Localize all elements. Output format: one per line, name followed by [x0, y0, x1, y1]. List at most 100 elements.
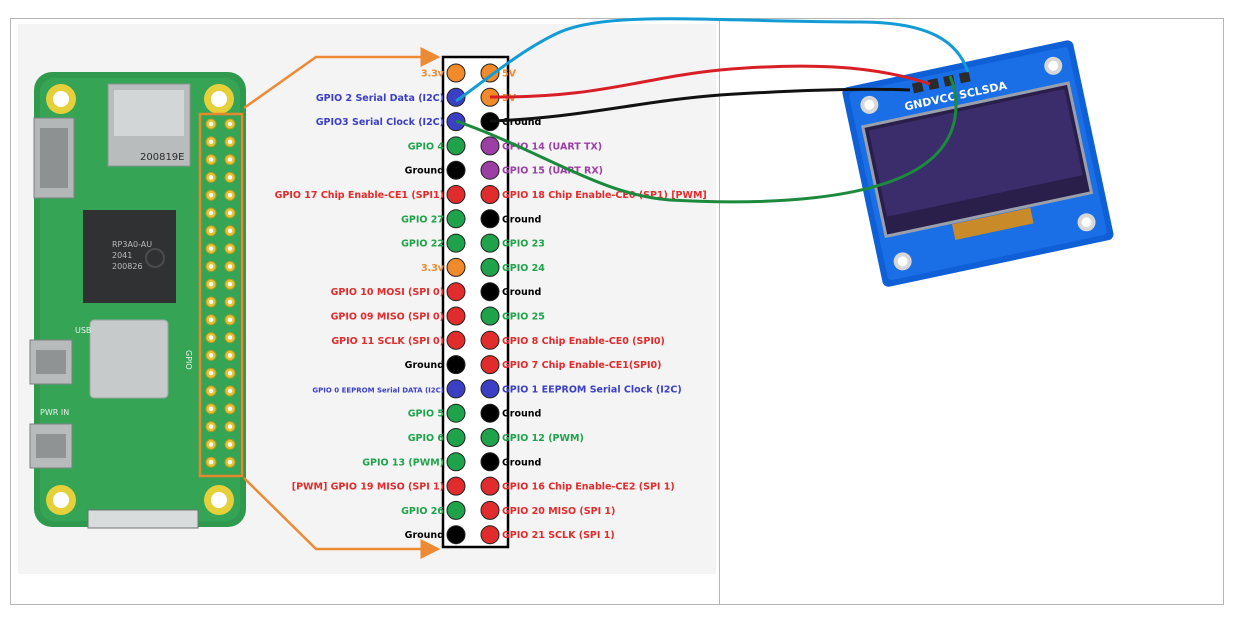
- header-hole-center: [227, 424, 233, 429]
- soc-chip: RP3A0-AU 2041 200826: [83, 210, 176, 303]
- pin-right-8: [480, 233, 500, 253]
- pin-left-15: [446, 403, 466, 423]
- pin-label-left-12: GPIO 11 SCLK (SPI 0): [331, 336, 444, 347]
- pin-left-16: [446, 428, 466, 447]
- pin-label-right-16: GPIO 12 (PWM): [502, 433, 584, 444]
- pwr-in-label: PWR IN: [40, 408, 69, 417]
- pin-label-right-15: Ground: [502, 409, 541, 420]
- pin-label-right-5: GPIO 15 (UART RX): [502, 166, 603, 177]
- sd-card-code: 200819E: [140, 152, 185, 163]
- pin-left-12: [446, 330, 466, 350]
- header-hole-center: [208, 335, 214, 340]
- header-hole-center: [208, 424, 214, 429]
- pin-label-left-17: GPIO 13 (PWM): [362, 457, 444, 468]
- pin-right-11: [480, 306, 500, 326]
- header-hole-center: [227, 406, 233, 411]
- pin-label-left-18: [PWM] GPIO 19 MISO (SPI 1): [292, 482, 444, 493]
- pin-label-right-1: 5V: [502, 69, 517, 80]
- pin-right-15: [480, 403, 500, 423]
- pin-label-right-9: GPIO 24: [502, 263, 545, 274]
- header-hole-center: [208, 442, 214, 447]
- pin-right-5: [480, 160, 500, 180]
- header-hole-center: [227, 299, 233, 305]
- pin-right-18: [480, 476, 500, 496]
- pin-left-8: [446, 233, 466, 253]
- pin-label-right-7: Ground: [502, 214, 541, 225]
- header-hole-center: [208, 460, 214, 465]
- header-hole-center: [227, 317, 233, 322]
- header-hole-center: [227, 193, 233, 198]
- pin-label-left-14: GPIO 0 EEPROM Serial DATA (I2C): [312, 386, 444, 394]
- header-hole-center: [208, 406, 214, 411]
- pin-right-16: [480, 428, 500, 447]
- header-hole-center: [227, 246, 233, 251]
- header-hole-center: [227, 210, 233, 216]
- header-hole-center: [227, 121, 233, 127]
- pin-label-right-20: GPIO 21 SCLK (SPI 1): [502, 530, 615, 541]
- wiring-diagram: 200819E RP3A0-AU 2041 200826 USB PWR IN …: [10, 17, 1224, 605]
- header-hole-center: [227, 442, 233, 447]
- pin-left-14: [446, 379, 466, 399]
- header-hole-center: [227, 335, 233, 340]
- pin-left-13: [446, 355, 466, 375]
- pin-label-left-16: GPIO 6: [408, 433, 445, 444]
- pin-label-left-3: GPIO3 Serial Clock (I2C): [316, 117, 444, 128]
- header-hole-center: [208, 371, 214, 376]
- pin-right-14: [480, 379, 500, 399]
- soc-line-3: 200826: [112, 262, 143, 271]
- header-hole-center: [227, 157, 233, 162]
- usb-label: USB: [75, 326, 91, 335]
- pin-label-right-18: GPIO 16 Chip Enable-CE2 (SPI 1): [502, 482, 675, 493]
- header-hole-center: [208, 210, 214, 216]
- header-hole-center: [227, 388, 233, 394]
- header-hole-center: [208, 282, 214, 287]
- pin-left-19: [446, 500, 466, 520]
- header-hole-center: [208, 264, 214, 269]
- header-hole-center: [208, 139, 214, 144]
- header-hole-center: [208, 228, 214, 233]
- header-hole-center: [227, 282, 233, 287]
- pin-right-12: [480, 330, 500, 350]
- header-hole-center: [208, 353, 214, 358]
- camera-connector: [87, 509, 199, 529]
- pin-label-right-13: GPIO 7 Chip Enable-CE1(SPI0): [502, 360, 662, 371]
- pin-label-left-11: GPIO 09 MISO (SPI 0): [331, 312, 444, 323]
- header-hole-center: [208, 317, 214, 322]
- pin-label-left-5: Ground: [405, 166, 444, 177]
- pin-label-left-1: 3.3v: [421, 69, 445, 80]
- pin-right-19: [480, 500, 500, 520]
- pin-left-7: [446, 209, 466, 229]
- pin-left-17: [446, 452, 466, 472]
- pin-label-left-6: GPIO 17 Chip Enable-CE1 (SPI1): [275, 190, 444, 201]
- pin-label-left-10: GPIO 10 MOSI (SPI 0): [331, 287, 444, 298]
- pin-label-left-8: GPIO 22: [401, 239, 444, 250]
- pin-label-left-2: GPIO 2 Serial Data (I2C): [316, 93, 444, 104]
- header-hole-center: [227, 353, 233, 358]
- header-hole-center: [208, 193, 214, 198]
- pin-label-left-20: Ground: [405, 530, 444, 541]
- pin-left-10: [446, 282, 466, 302]
- header-hole-center: [227, 228, 233, 233]
- pin-left-6: [446, 185, 466, 204]
- header-hole-center: [208, 121, 214, 127]
- pin-right-17: [480, 452, 500, 472]
- pin-label-right-8: GPIO 23: [502, 239, 545, 250]
- raspberry-pi-zero-board: 200819E RP3A0-AU 2041 200826 USB PWR IN …: [29, 72, 246, 529]
- header-hole-center: [208, 388, 214, 394]
- soc-line-1: RP3A0-AU: [112, 240, 152, 249]
- pin-right-7: [480, 209, 500, 229]
- pin-left-20: [446, 525, 466, 545]
- pin-right-6: [480, 185, 500, 204]
- pin-label-right-12: GPIO 8 Chip Enable-CE0 (SPI0): [502, 336, 665, 347]
- pin-right-20: [480, 525, 500, 545]
- pin-left-9: [446, 257, 466, 277]
- pin-left-18: [446, 476, 466, 496]
- pin-label-left-13: Ground: [405, 360, 444, 371]
- wifi-shield: [89, 319, 169, 399]
- gpio-silk-label: GPIO: [184, 350, 193, 370]
- pin-label-left-19: GPIO 26: [401, 506, 444, 517]
- header-hole-center: [208, 157, 214, 162]
- pin-label-right-14: GPIO 1 EEPROM Serial Clock (I2C): [502, 384, 682, 395]
- pin-left-5: [446, 160, 466, 180]
- pin-right-4: [480, 136, 500, 156]
